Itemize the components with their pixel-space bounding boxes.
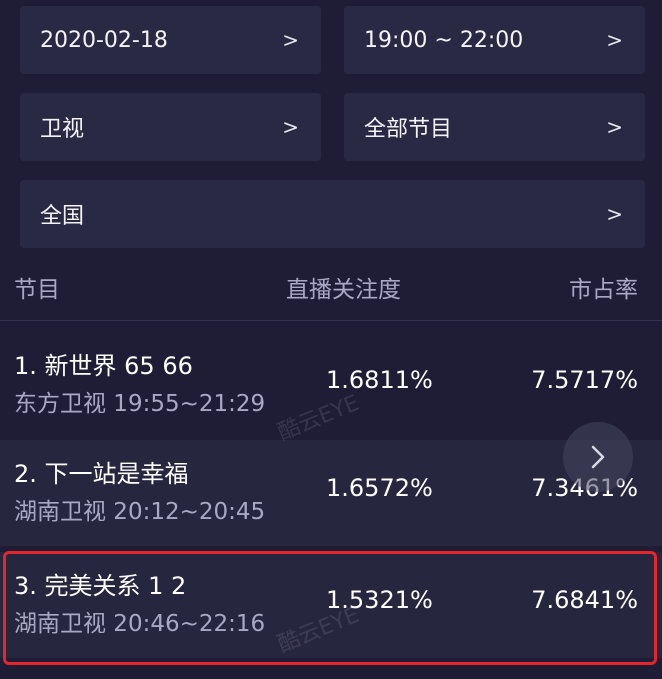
column-header-share[interactable]: 市占率 bbox=[569, 270, 638, 304]
header-divider bbox=[0, 320, 662, 321]
time-range-selector[interactable]: 19:00 ~ 22:00 > bbox=[344, 6, 645, 74]
next-button[interactable] bbox=[563, 422, 633, 492]
channel-type-value: 卫视 bbox=[40, 117, 85, 142]
program-channel-time: 湖南卫视 20:12~20:45 bbox=[14, 499, 266, 525]
date-value: 2020-02-18 bbox=[40, 27, 168, 53]
program-channel-time: 东方卫视 19:55~21:29 bbox=[14, 391, 266, 417]
arrow-icon: > bbox=[606, 115, 623, 139]
column-header-attention[interactable]: 直播关注度 bbox=[286, 270, 401, 304]
attention-value: 1.6572% bbox=[326, 474, 433, 502]
program-title: 1. 新世界 65 66 bbox=[14, 352, 193, 380]
region-selector[interactable]: 全国 > bbox=[20, 180, 645, 248]
program-title: 2. 下一站是幸福 bbox=[14, 460, 189, 488]
arrow-icon: > bbox=[282, 115, 299, 139]
column-header-program: 节目 bbox=[14, 277, 60, 303]
time-range-value: 19:00 ~ 22:00 bbox=[364, 27, 524, 53]
date-selector[interactable]: 2020-02-18 > bbox=[20, 6, 321, 74]
chevron-right-icon bbox=[591, 445, 605, 469]
channel-type-selector[interactable]: 卫视 > bbox=[20, 93, 321, 161]
program-type-selector[interactable]: 全部节目 > bbox=[344, 93, 645, 161]
program-type-value: 全部节目 bbox=[364, 117, 453, 142]
share-value: 7.5717% bbox=[531, 366, 638, 394]
arrow-icon: > bbox=[606, 28, 623, 52]
region-value: 全国 bbox=[40, 204, 85, 229]
arrow-icon: > bbox=[606, 202, 623, 226]
arrow-icon: > bbox=[282, 28, 299, 52]
